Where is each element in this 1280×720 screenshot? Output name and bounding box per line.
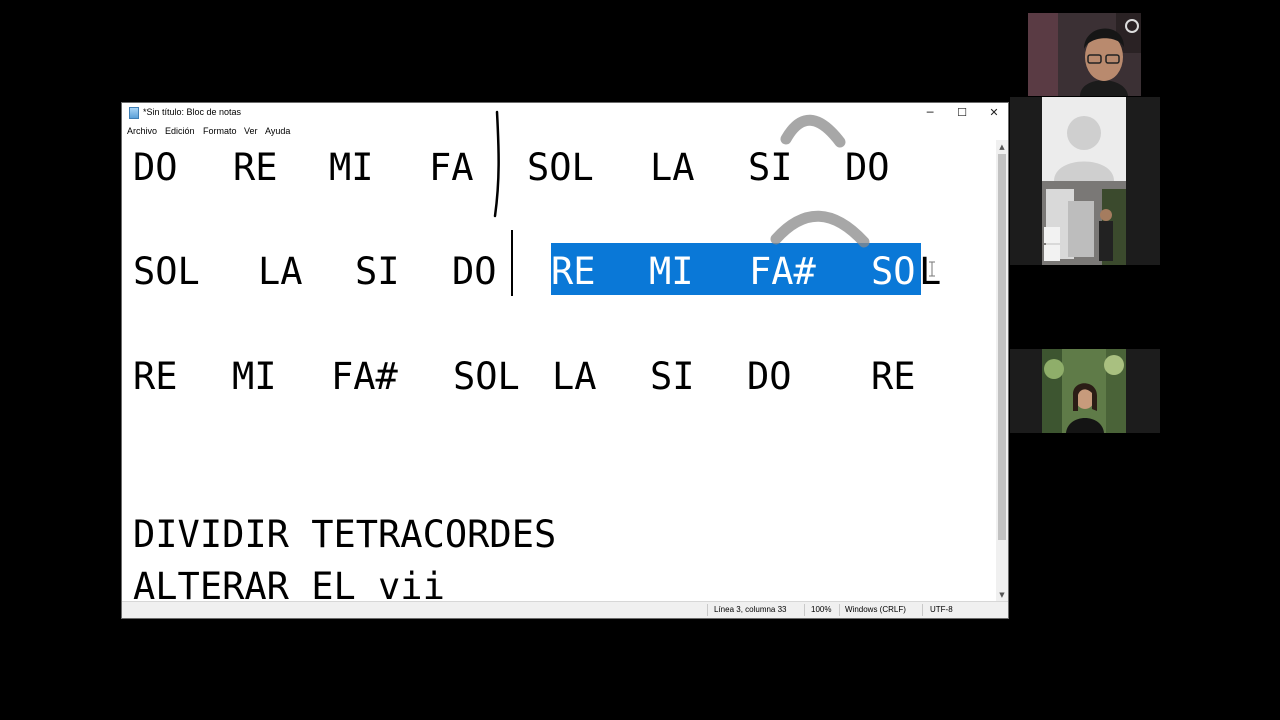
status-bar: Línea 3, columna 33 100% Windows (CRLF) …	[122, 601, 1008, 618]
person-webcam-icon	[1042, 181, 1126, 265]
note-word-selected: SO	[871, 250, 916, 293]
status-separator	[922, 604, 923, 616]
participant-video-tile[interactable]	[1028, 13, 1141, 96]
scroll-up-icon[interactable]: ▲	[996, 142, 1008, 152]
note-word-selected: RE	[551, 250, 596, 293]
note-word: SI	[748, 146, 793, 189]
status-separator	[707, 604, 708, 616]
note-word: RE	[233, 146, 278, 189]
person-webcam-icon	[1028, 13, 1141, 96]
note-word: SI	[650, 355, 695, 398]
note-word: MI	[232, 355, 277, 398]
note-word: SOL	[453, 355, 520, 398]
menu-ayuda[interactable]: Ayuda	[265, 126, 290, 136]
menu-edicion[interactable]: Edición	[165, 126, 195, 136]
participant-video-tile[interactable]	[1042, 349, 1126, 433]
close-button[interactable]: ✕	[978, 103, 1010, 123]
status-line-ending: Windows (CRLF)	[845, 605, 906, 614]
notepad-window: *Sin título: Bloc de notas ─ ☐ ✕ Archivo…	[121, 102, 1009, 619]
note-word-selected: MI	[649, 250, 694, 293]
menu-ver[interactable]: Ver	[244, 126, 258, 136]
note-word: LA	[552, 355, 597, 398]
status-position: Línea 3, columna 33	[714, 605, 787, 614]
note-word: DO	[452, 250, 497, 293]
note-word: L	[919, 250, 942, 293]
note-word: MI	[329, 146, 374, 189]
menu-bar: Archivo Edición Formato Ver Ayuda	[122, 123, 1008, 140]
participant-avatar-tile[interactable]	[1042, 97, 1126, 181]
menu-archivo[interactable]: Archivo	[127, 126, 157, 136]
note-word: FA#	[331, 355, 398, 398]
minimize-button[interactable]: ─	[914, 103, 946, 123]
text-editor[interactable]: DO RE MI FA SOL LA SI DO SOL LA SI DO RE…	[122, 140, 998, 602]
note-word: DO	[133, 146, 178, 189]
note-word: FA	[429, 146, 474, 189]
vertical-scrollbar[interactable]: ▲ ▼	[996, 140, 1008, 602]
status-zoom: 100%	[811, 605, 832, 614]
status-separator	[804, 604, 805, 616]
text-selection	[551, 243, 921, 295]
note-word: RE	[871, 355, 916, 398]
note-word: SI	[355, 250, 400, 293]
notepad-app-icon	[129, 107, 139, 119]
note-word: LA	[258, 250, 303, 293]
avatar-placeholder-icon	[1054, 116, 1114, 181]
note-word-selected: FA#	[749, 250, 816, 293]
note-word: LA	[650, 146, 695, 189]
menu-formato[interactable]: Formato	[203, 126, 237, 136]
note-word: DO	[845, 146, 890, 189]
participant-video-tile[interactable]	[1042, 181, 1126, 265]
text-caret	[511, 230, 513, 296]
note-word: RE	[133, 355, 178, 398]
note-word: SOL	[527, 146, 594, 189]
note-line: DIVIDIR TETRACORDES	[133, 513, 557, 556]
title-bar[interactable]: *Sin título: Bloc de notas ─ ☐ ✕	[122, 103, 1008, 123]
scroll-down-icon[interactable]: ▼	[996, 590, 1008, 600]
note-word: DO	[747, 355, 792, 398]
person-webcam-icon	[1042, 349, 1126, 433]
window-title: *Sin título: Bloc de notas	[143, 107, 242, 117]
maximize-button[interactable]: ☐	[946, 103, 978, 123]
status-separator	[839, 604, 840, 616]
status-encoding: UTF-8	[930, 605, 953, 614]
note-line: ALTERAR EL vii	[133, 565, 445, 602]
scroll-thumb[interactable]	[998, 154, 1006, 540]
note-word: SOL	[133, 250, 200, 293]
